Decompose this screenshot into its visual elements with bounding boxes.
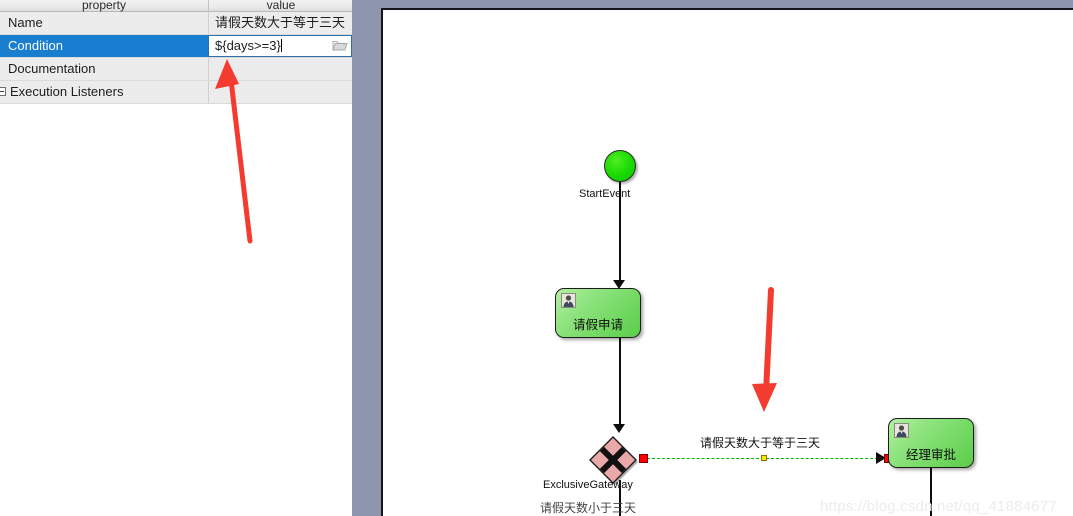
column-header-value: value: [208, 0, 352, 12]
arrow-head-icon: [613, 424, 625, 433]
property-value-documentation[interactable]: [208, 58, 352, 80]
selection-handle-source[interactable]: [639, 454, 648, 463]
bpmn-canvas[interactable]: StartEvent 请假申请 ExclusiveGateway 请假天数大于等…: [381, 8, 1073, 516]
sequence-flow-label-other: 请假天数小于三天: [540, 501, 637, 515]
property-value-execution-listeners[interactable]: [208, 81, 352, 103]
property-value-name[interactable]: 请假天数大于等于三天: [208, 12, 352, 34]
property-name-label: Name: [8, 15, 43, 30]
condition-value-text: ${days>=3}: [215, 38, 281, 53]
user-icon: [561, 293, 576, 308]
property-row-name[interactable]: Name 请假天数大于等于三天: [0, 12, 352, 35]
sequence-flow-label-selected: 请假天数大于等于三天: [700, 436, 821, 450]
property-panel: property value Name 请假天数大于等于三天 Condition…: [0, 0, 352, 104]
task-label: 请假申请: [572, 318, 623, 332]
folder-icon[interactable]: [332, 39, 348, 53]
panel-empty-area: [0, 104, 352, 516]
text-caret: [280, 39, 282, 52]
start-event-label: StartEvent: [579, 188, 631, 200]
property-row-documentation[interactable]: Documentation: [0, 58, 352, 81]
column-header-property: property: [81, 0, 127, 12]
property-name-label: Condition: [8, 38, 63, 53]
property-name-label: Documentation: [8, 61, 96, 76]
property-row-condition[interactable]: Condition ${days>=3}: [0, 35, 352, 58]
watermark-text: https://blog.csdn.net/qq_41884677: [820, 498, 1057, 515]
user-task-manager-approval[interactable]: 经理审批: [888, 418, 974, 468]
user-task-apply-leave[interactable]: 请假申请: [555, 288, 641, 338]
task-label: 经理审批: [905, 448, 956, 462]
user-icon: [894, 423, 909, 438]
condition-value-input[interactable]: ${days>=3}: [208, 35, 352, 57]
start-event-node[interactable]: [604, 150, 636, 182]
selection-handle-midpoint[interactable]: [761, 455, 767, 461]
sequence-flow-apply-to-gateway[interactable]: [619, 338, 621, 426]
property-table-header: property value: [0, 0, 352, 12]
property-row-execution-listeners[interactable]: Execution Listeners: [0, 81, 352, 104]
property-name-label: Execution Listeners: [10, 84, 124, 99]
sequence-flow-start-to-apply[interactable]: [619, 182, 621, 282]
